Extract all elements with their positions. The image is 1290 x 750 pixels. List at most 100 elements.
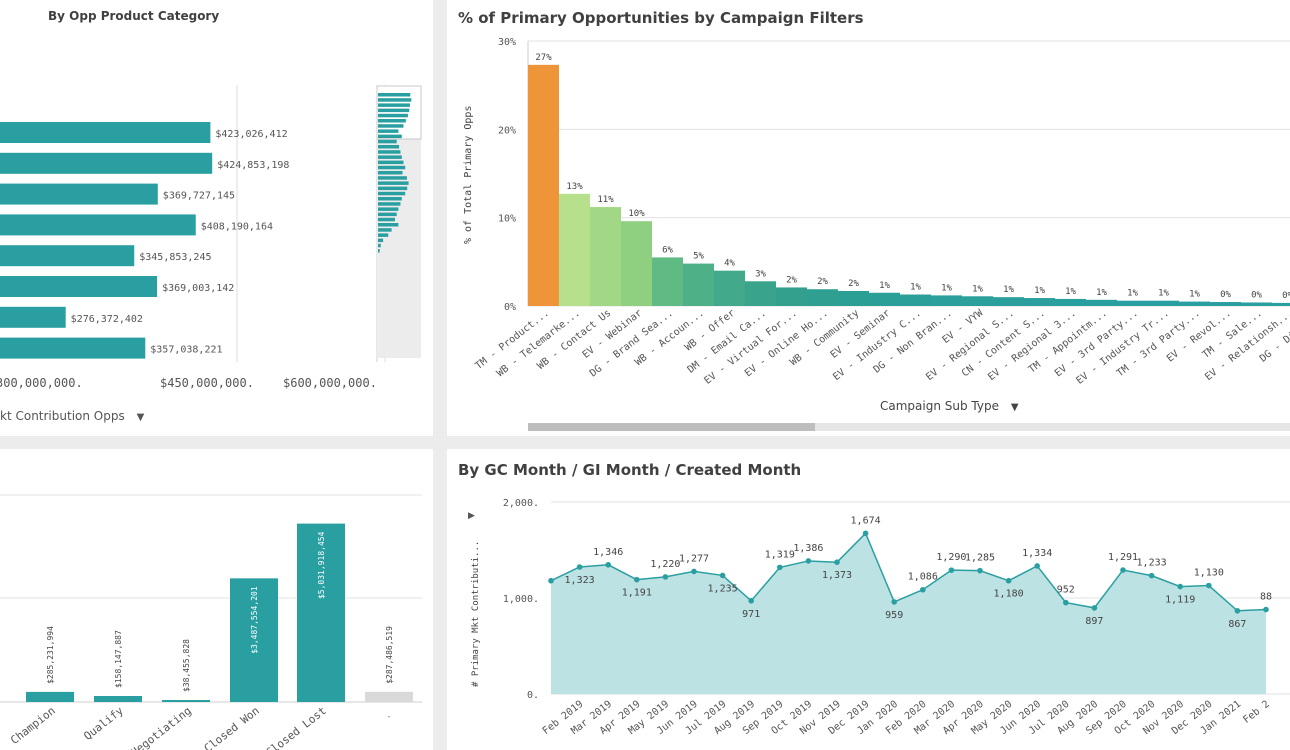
data-label: 27% <box>535 53 552 63</box>
data-label: 1,220 <box>650 559 680 570</box>
stage-bar-chart: $285,231,994 Champion $158,147,887 Qualify $… <box>0 494 422 750</box>
x-axis-label[interactable]: kt Contribution Opps ▼ <box>0 409 144 423</box>
x-tick-label: Feb 2 <box>1241 699 1271 726</box>
data-point <box>576 564 583 570</box>
bar <box>26 691 74 702</box>
data-label: $408,190,164 <box>201 221 273 232</box>
data-label: 1,191 <box>622 588 652 599</box>
minimap-bar <box>378 207 399 211</box>
data-point <box>1177 583 1183 590</box>
minimap-bar <box>378 202 401 206</box>
minimap-bar <box>378 233 389 237</box>
panel-opp-stage: $285,231,994 Champion $158,147,887 Qualify $… <box>0 449 433 750</box>
minimap-bar <box>378 243 381 248</box>
y-tick-label: 0. <box>527 690 539 701</box>
minimap-bar <box>378 165 406 170</box>
minimap-bar <box>378 223 399 227</box>
bar <box>714 270 745 306</box>
bar <box>1024 298 1055 306</box>
panel-opp-product-category: By Opp Product Category $423,026,412 $424… <box>0 0 433 436</box>
data-label: 1,086 <box>908 572 938 583</box>
caret-down-icon[interactable]: ▼ <box>137 412 145 423</box>
minimap-bar <box>378 191 406 196</box>
data-label: 1,235 <box>708 583 738 594</box>
data-point <box>691 568 697 575</box>
data-label: $424,853,198 <box>217 160 289 171</box>
data-point <box>719 572 726 579</box>
bar <box>838 290 869 306</box>
bar <box>1241 302 1272 306</box>
x-axis-label[interactable]: Campaign Sub Type ▼ <box>880 399 1019 413</box>
y-tick-label: 10% <box>498 214 516 225</box>
data-point <box>862 530 869 537</box>
minimap-bar <box>378 217 395 222</box>
bar <box>528 64 559 306</box>
minimap-bar <box>378 171 403 175</box>
bar <box>776 287 807 306</box>
x-tick-label: Closed Won <box>202 704 262 750</box>
minimap-bar <box>378 113 408 118</box>
data-label: $369,727,145 <box>163 191 235 202</box>
data-point <box>634 576 640 583</box>
data-label: 6% <box>662 245 673 255</box>
bar <box>652 257 683 306</box>
bar <box>683 263 714 306</box>
minimap-bar <box>378 186 408 191</box>
data-label: $38,455,828 <box>182 639 191 692</box>
bar <box>162 700 210 702</box>
bar <box>869 292 900 306</box>
data-label: 10% <box>628 209 645 219</box>
data-point <box>920 586 926 593</box>
y-tick-label: 1,000. <box>503 594 539 605</box>
minimap-bar <box>378 238 384 243</box>
data-point <box>1005 577 1012 584</box>
caret-down-icon[interactable]: ▼ <box>1011 402 1019 413</box>
data-label: 1,674 <box>851 515 881 526</box>
bar <box>900 294 931 306</box>
data-point <box>605 561 611 568</box>
data-point <box>1063 599 1069 606</box>
minimap-bar <box>378 150 401 154</box>
data-label: 11% <box>597 195 614 205</box>
data-label: 13% <box>566 182 583 192</box>
bar <box>1117 300 1148 306</box>
y-tick-label: 20% <box>498 125 516 136</box>
minimap-bar <box>378 93 411 97</box>
data-label: 1% <box>941 283 952 293</box>
data-point <box>777 564 783 571</box>
data-label: 0% <box>1251 290 1262 300</box>
x-axis-label-text: kt Contribution Opps <box>0 409 125 423</box>
bar <box>0 183 158 205</box>
data-label: 1,119 <box>1165 595 1195 606</box>
data-label: 1,180 <box>994 589 1024 600</box>
minimap-bar <box>378 129 399 133</box>
data-label: 1,277 <box>679 553 709 564</box>
minimap-bar <box>378 160 404 165</box>
data-label: $158,147,887 <box>114 630 123 688</box>
bar <box>0 276 158 297</box>
data-label: 1% <box>1158 289 1169 299</box>
data-label: 1,290 <box>936 552 966 563</box>
data-label: 0% <box>1220 290 1231 300</box>
bar <box>621 221 652 306</box>
data-label: 952 <box>1057 585 1075 596</box>
bar <box>0 306 66 328</box>
data-label: $369,003,142 <box>162 283 234 294</box>
data-label: 1,291 <box>1108 552 1138 563</box>
x-tick-label: Closed Lost <box>263 704 328 750</box>
bar <box>1086 299 1117 306</box>
data-point <box>834 559 840 565</box>
data-label: 1,285 <box>965 553 995 564</box>
minimap-bar <box>378 249 380 253</box>
data-point <box>1148 572 1155 579</box>
scrollbar-thumb[interactable] <box>528 423 815 431</box>
data-point <box>977 567 983 574</box>
minimap-bar <box>378 212 397 217</box>
data-point <box>1263 606 1269 613</box>
bar <box>1055 298 1086 306</box>
data-label: 1% <box>1003 285 1014 295</box>
minimap-bar <box>378 181 409 185</box>
minimap-bar <box>378 139 397 144</box>
data-label: 1,386 <box>793 543 823 554</box>
data-label: 1% <box>972 284 983 294</box>
